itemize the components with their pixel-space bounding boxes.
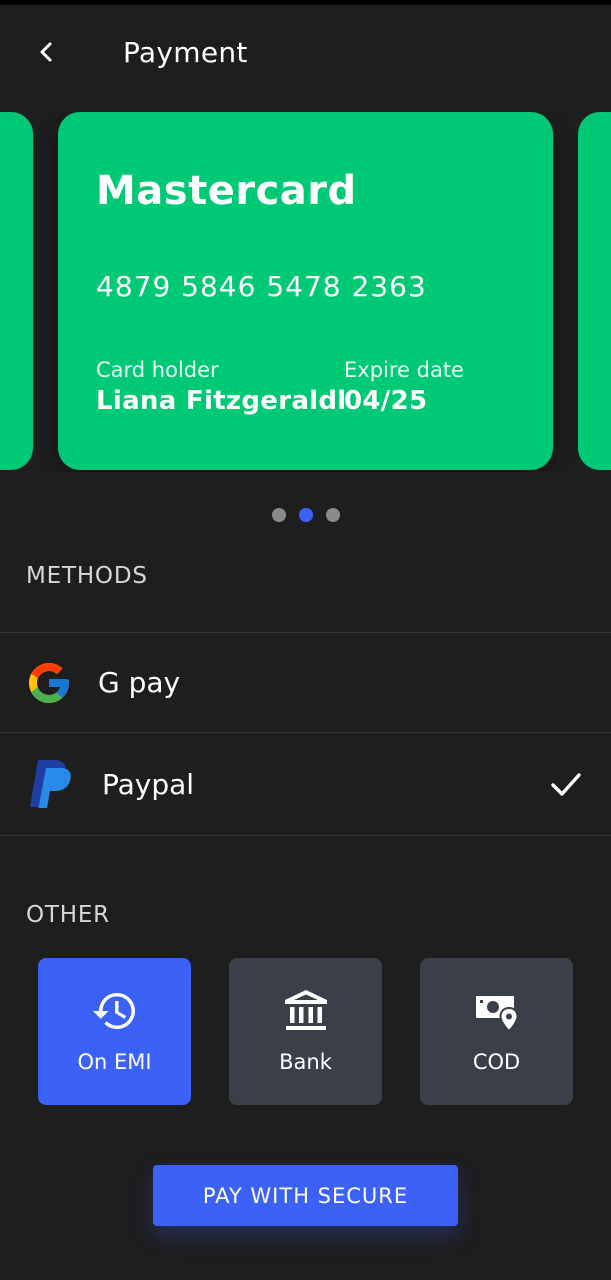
check-icon [551, 773, 581, 796]
option-label: COD [472, 1050, 521, 1074]
google-icon [24, 658, 74, 708]
option-on-emi[interactable]: On EMI [38, 958, 191, 1105]
card-carousel[interactable]: Mastercard 4879 5846 5478 2363 Card hold… [0, 112, 611, 472]
chevron-left-icon [40, 42, 52, 62]
carousel-dot[interactable] [271, 508, 286, 522]
method-row-gpay[interactable]: G pay [0, 632, 611, 732]
carousel-dot-active[interactable] [298, 508, 313, 522]
option-label: Bank [279, 1050, 332, 1074]
carousel-dot[interactable] [325, 508, 340, 522]
card-brand: Mastercard [96, 168, 357, 214]
app-header: Payment [0, 20, 611, 86]
option-bank[interactable]: Bank [229, 958, 382, 1105]
carousel-indicator [0, 508, 611, 522]
method-row-paypal[interactable]: Paypal [0, 732, 611, 836]
other-section-title: OTHER [26, 902, 110, 928]
option-cod[interactable]: COD [420, 958, 573, 1105]
card-holder-label: Card holder [96, 358, 219, 382]
card-holder-name: Liana Fitzgeraldl [96, 386, 347, 416]
bank-icon [281, 986, 331, 1036]
option-label: On EMI [77, 1050, 152, 1074]
status-bar [0, 0, 611, 5]
pay-with-secure-button[interactable]: PAY WITH SECURE [153, 1165, 458, 1226]
paypal-icon [24, 759, 74, 809]
back-button[interactable] [27, 32, 67, 72]
card-number: 4879 5846 5478 2363 [96, 270, 427, 303]
history-icon [90, 986, 140, 1036]
next-card[interactable] [578, 112, 611, 470]
previous-card[interactable] [0, 112, 33, 470]
method-label-paypal: Paypal [102, 767, 195, 801]
credit-card[interactable]: Mastercard 4879 5846 5478 2363 Card hold… [58, 112, 553, 470]
methods-section-title: METHODS [26, 563, 148, 589]
page-title: Payment [123, 36, 248, 69]
method-label-gpay: G pay [98, 666, 181, 699]
expire-date-value: 04/25 [344, 386, 428, 416]
cash-location-icon [472, 986, 522, 1036]
expire-date-label: Expire date [344, 358, 464, 382]
